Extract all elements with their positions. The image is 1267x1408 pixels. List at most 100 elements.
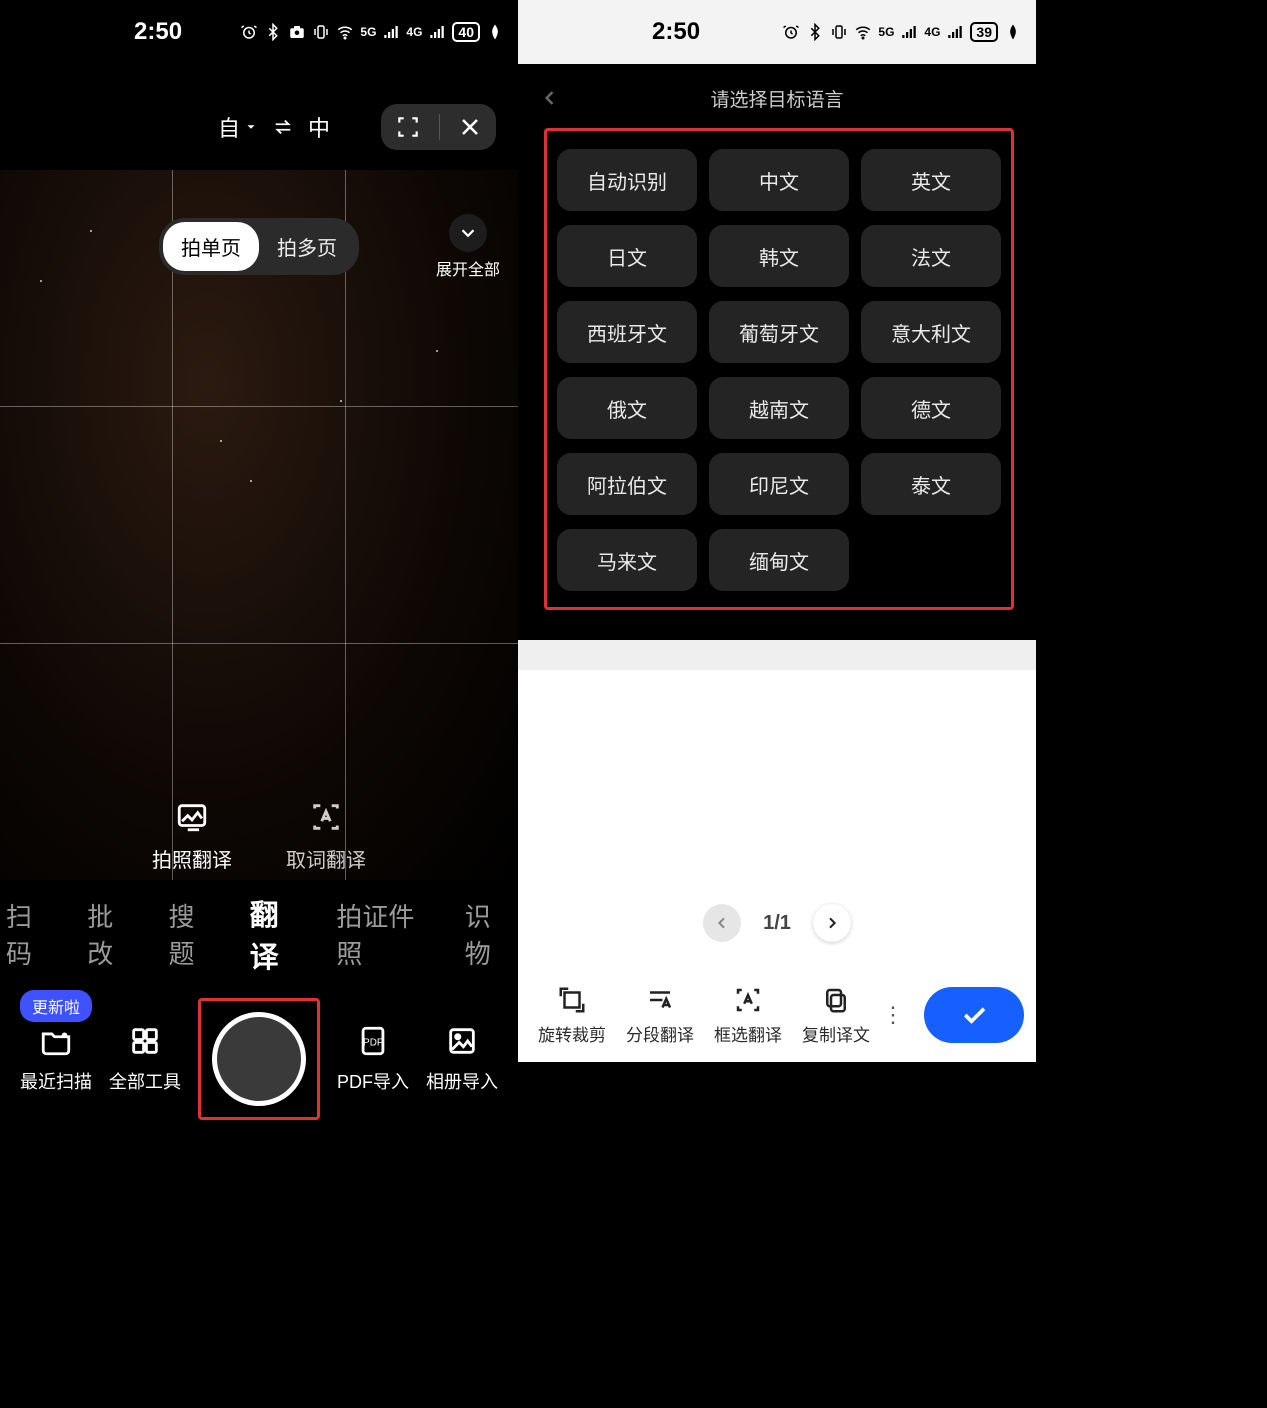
lang-option-9[interactable]: 俄文 <box>557 377 697 439</box>
all-tools-button[interactable]: 全部工具 <box>109 1024 181 1094</box>
lang-option-6[interactable]: 西班牙文 <box>557 301 697 363</box>
rotate-crop-button[interactable]: 旋转裁剪 <box>530 985 614 1046</box>
lang-option-3[interactable]: 日文 <box>557 225 697 287</box>
lang-option-15[interactable]: 马来文 <box>557 529 697 591</box>
word-translate-mode[interactable]: 取词翻译 <box>286 800 366 873</box>
battery-level: 40 <box>452 22 480 42</box>
lang-option-13[interactable]: 印尼文 <box>709 453 849 515</box>
photo-translate-icon <box>175 800 209 834</box>
camera-icon <box>288 23 306 41</box>
leaf-icon <box>1004 23 1022 41</box>
pdf-import-button[interactable]: PDF PDF导入 <box>337 1024 409 1094</box>
segment-icon <box>645 985 675 1015</box>
status-bar: 2:50 5G 4G 39 <box>518 0 1036 64</box>
status-right: 5G 4G 39 <box>782 22 1022 42</box>
bottom-bar: 更新啦 最近扫描 全部工具 PDF PDF导入 相册导入 <box>0 966 518 1152</box>
signal-4g: 4G <box>924 25 940 39</box>
signal-icon <box>900 23 918 41</box>
pager: 1/1 <box>518 904 1036 942</box>
lang-option-11[interactable]: 德文 <box>861 377 1001 439</box>
signal2-icon <box>946 23 964 41</box>
language-select-screen: 2:50 5G 4G 39 请选择目标语言 自动识别中文英文日文韩文法文西班牙文… <box>518 0 1036 1152</box>
single-page-button[interactable]: 拍单页 <box>163 222 259 271</box>
bluetooth-icon <box>806 23 824 41</box>
camera-translate-screen: 2:50 5G 4G 40 自 中 <box>0 0 518 1152</box>
translate-mode-row: 拍照翻译 取词翻译 <box>0 800 518 873</box>
prev-page-button[interactable] <box>703 904 741 942</box>
chevron-left-icon <box>714 915 730 931</box>
battery-level: 39 <box>970 22 998 42</box>
select-icon <box>733 985 763 1015</box>
lang-option-2[interactable]: 英文 <box>861 149 1001 211</box>
cat-search[interactable]: 搜题 <box>168 897 215 971</box>
segment-translate-button[interactable]: 分段翻译 <box>618 985 702 1046</box>
status-time: 2:50 <box>652 18 700 46</box>
bottom-toolbar: 旋转裁剪 分段翻译 框选翻译 复制译文 ⋮ <box>518 968 1036 1062</box>
more-button[interactable]: ⋮ <box>882 1002 902 1028</box>
cat-id[interactable]: 拍证件照 <box>336 897 430 971</box>
page-mode-toggle: 拍单页 拍多页 <box>159 218 359 275</box>
chevron-down-icon <box>244 120 258 134</box>
chevron-down-icon <box>457 222 479 244</box>
wifi-icon <box>854 23 872 41</box>
signal-5g: 5G <box>360 25 376 39</box>
confirm-button[interactable] <box>924 987 1024 1043</box>
lang-option-14[interactable]: 泰文 <box>861 453 1001 515</box>
lang-option-7[interactable]: 葡萄牙文 <box>709 301 849 363</box>
svg-text:PDF: PDF <box>363 1037 383 1048</box>
cat-mark[interactable]: 批改 <box>87 897 134 971</box>
camera-viewfinder: 拍单页 拍多页 展开全部 <box>0 170 518 880</box>
lang-option-4[interactable]: 韩文 <box>709 225 849 287</box>
recent-scans-button[interactable]: 更新啦 最近扫描 <box>20 1024 92 1094</box>
select-translate-button[interactable]: 框选翻译 <box>706 985 790 1046</box>
language-row: 自 中 <box>0 104 518 150</box>
cat-translate[interactable]: 翻译 <box>250 892 303 976</box>
photo-translate-mode[interactable]: 拍照翻译 <box>152 800 232 873</box>
expand-all-button[interactable]: 展开全部 <box>436 214 500 280</box>
close-icon[interactable] <box>458 115 482 139</box>
album-import-button[interactable]: 相册导入 <box>426 1024 498 1094</box>
fullscreen-icon[interactable] <box>395 114 421 140</box>
shutter-button[interactable] <box>212 1012 306 1106</box>
vibrate-icon <box>312 23 330 41</box>
copy-translation-button[interactable]: 复制译文 <box>794 985 878 1046</box>
folder-icon <box>39 1024 73 1058</box>
status-bar: 2:50 5G 4G 40 <box>0 0 518 64</box>
lang-option-12[interactable]: 阿拉伯文 <box>557 453 697 515</box>
lang-option-10[interactable]: 越南文 <box>709 377 849 439</box>
document-preview: 1/1 旋转裁剪 分段翻译 框选翻译 复制译文 ⋮ <box>518 640 1036 1062</box>
multi-page-button[interactable]: 拍多页 <box>259 222 355 271</box>
alarm-icon <box>240 23 258 41</box>
status-right: 5G 4G 40 <box>240 22 504 42</box>
chevron-left-icon <box>540 88 560 108</box>
cat-scan[interactable]: 扫码 <box>6 897 53 971</box>
lang-option-8[interactable]: 意大利文 <box>861 301 1001 363</box>
bluetooth-icon <box>264 23 282 41</box>
next-page-button[interactable] <box>813 904 851 942</box>
target-lang-button[interactable]: 中 <box>308 111 330 143</box>
swap-icon[interactable] <box>272 116 294 138</box>
rotate-crop-icon <box>557 985 587 1015</box>
lang-option-1[interactable]: 中文 <box>709 149 849 211</box>
back-button[interactable] <box>540 88 560 108</box>
status-time: 2:50 <box>134 18 182 46</box>
category-row[interactable]: 扫码 批改 搜题 翻译 拍证件照 识物 <box>0 892 518 976</box>
word-translate-icon <box>309 800 343 834</box>
lang-option-0[interactable]: 自动识别 <box>557 149 697 211</box>
cat-object[interactable]: 识物 <box>465 897 512 971</box>
top-right-controls <box>381 104 496 150</box>
check-icon <box>959 1000 989 1030</box>
alarm-icon <box>782 23 800 41</box>
page-indicator: 1/1 <box>763 912 791 935</box>
header-title: 请选择目标语言 <box>710 85 843 112</box>
signal-icon <box>382 23 400 41</box>
signal2-icon <box>428 23 446 41</box>
source-lang-button[interactable]: 自 <box>218 111 258 143</box>
wifi-icon <box>336 23 354 41</box>
lang-option-5[interactable]: 法文 <box>861 225 1001 287</box>
language-grid: 自动识别中文英文日文韩文法文西班牙文葡萄牙文意大利文俄文越南文德文阿拉伯文印尼文… <box>557 149 1001 591</box>
lang-option-16[interactable]: 缅甸文 <box>709 529 849 591</box>
grid-icon <box>128 1024 162 1058</box>
leaf-icon <box>486 23 504 41</box>
header: 请选择目标语言 <box>518 64 1036 132</box>
